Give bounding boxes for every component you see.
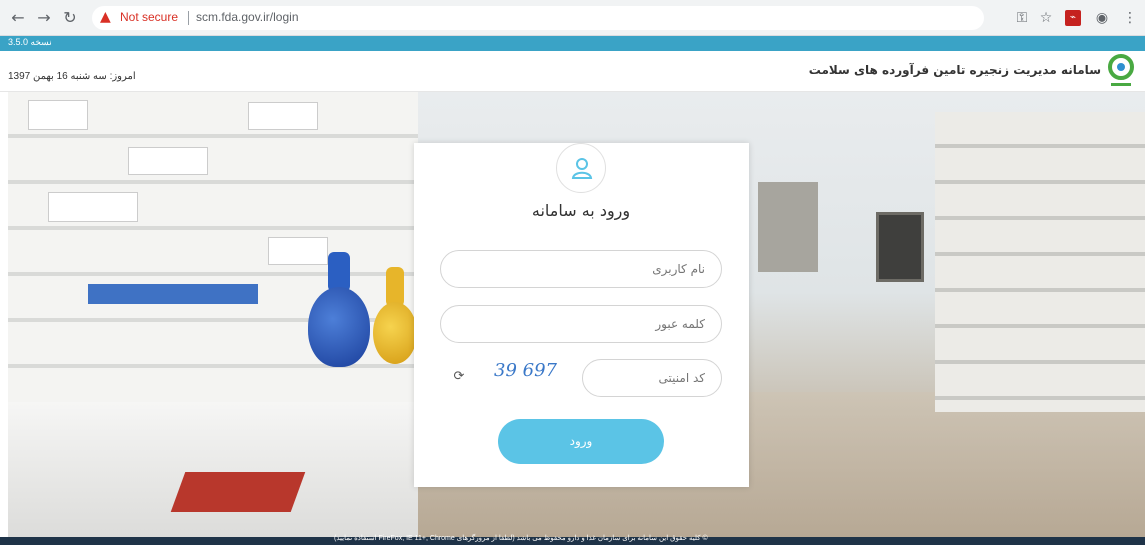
url-text[interactable]: scm.fda.gov.ir/login [196,10,299,24]
vase-blue-shape [308,287,370,367]
login-title: ورود به سامانه [531,201,631,220]
footer-bar: © کلیه حقوق این سامانه برای سازمان غذا و… [0,535,1145,545]
version-bar: 3.5.0 نسخه [0,36,1145,51]
account-icon[interactable]: ◉ [1092,8,1112,28]
box-shape [48,192,138,222]
login-button[interactable]: ورود [498,419,664,464]
box-shape [268,237,328,265]
captcha-image: 39 697 [488,360,572,396]
box-shape [28,100,88,130]
address-bar[interactable]: ▲ Not secure scm.fda.gov.ir/login [92,6,984,30]
box-shape [128,147,208,175]
bottles-shape [88,284,258,304]
book-shape [170,472,306,512]
vase-blue-neck-shape [328,252,350,292]
reload-icon[interactable]: ↻ [60,8,80,28]
vase-yellow-neck-shape [386,267,404,307]
captcha-input[interactable] [582,359,722,397]
username-input[interactable] [440,250,722,288]
shelf-right-shape [935,112,1145,412]
vase-yellow-shape [373,302,417,364]
address-separator [188,11,189,25]
menu-icon[interactable]: ⋮ [1120,8,1140,28]
password-input[interactable] [440,305,722,343]
box-shape [248,102,318,130]
site-header: امروز: سه شنبه 16 بهمن 1397 سامانه مدیری… [0,51,1145,92]
shelf-left-shape [8,92,418,412]
captcha-text: 39 697 [494,360,557,381]
version-label: 3.5.0 نسخه [8,37,52,47]
star-icon[interactable]: ☆ [1036,8,1056,28]
key-icon[interactable]: ⚿ [1012,8,1032,28]
warning-icon[interactable]: ▲ [100,9,111,25]
pdf-icon[interactable]: ⌁ [1065,10,1081,26]
user-avatar [556,143,606,193]
refresh-icon[interactable]: ⟳ [452,370,466,384]
browser-toolbar: ← → ↻ ▲ Not secure scm.fda.gov.ir/login … [0,0,1145,36]
user-icon [571,158,593,179]
date-label: امروز: سه شنبه 16 بهمن 1397 [8,71,136,82]
shelf-mid-shape [758,182,818,272]
forward-icon[interactable]: → [34,8,54,28]
logo-icon [1108,54,1134,86]
picture-frame-shape [876,212,924,282]
security-label[interactable]: Not secure [120,10,178,24]
back-icon[interactable]: ← [8,8,28,28]
counter-shape [8,402,418,537]
site-title: سامانه مدیریت زنجیره تامین فرآورده های س… [808,63,1101,77]
footer-text: © کلیه حقوق این سامانه برای سازمان غذا و… [334,535,708,542]
